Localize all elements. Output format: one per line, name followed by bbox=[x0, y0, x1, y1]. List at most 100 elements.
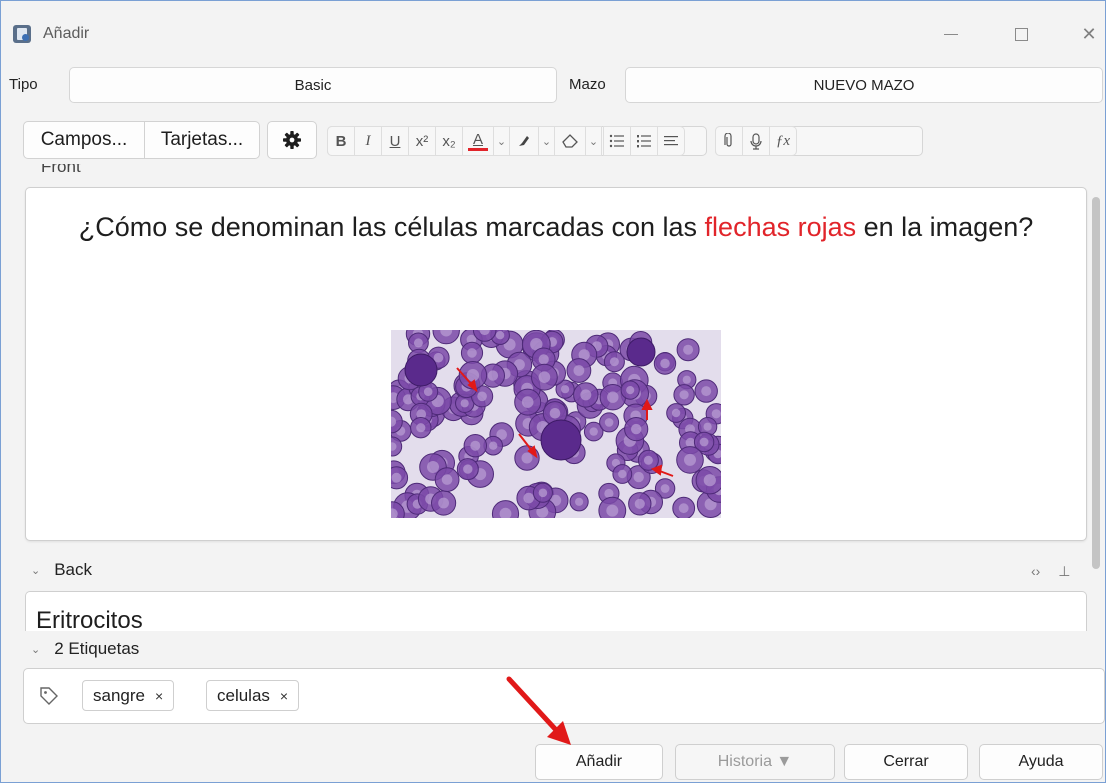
cell-pallor bbox=[604, 418, 614, 427]
tag-icon bbox=[40, 687, 58, 705]
eraser-button[interactable] bbox=[554, 126, 586, 156]
tags-count-label: 2 Etiquetas bbox=[54, 639, 140, 658]
tag-item[interactable]: celulas × bbox=[206, 680, 300, 711]
white-blood-cell bbox=[540, 419, 582, 461]
chevron-down-icon: ⌄ bbox=[541, 135, 552, 148]
html-editor-icon[interactable]: ‹› bbox=[1031, 563, 1040, 579]
close-window-button[interactable]: ✕ bbox=[1069, 19, 1106, 49]
highlight-dropdown[interactable]: ⌄ bbox=[538, 126, 555, 156]
cell-pallor bbox=[607, 391, 619, 403]
front-field-label: Front bbox=[41, 164, 81, 176]
history-button[interactable]: Historia ▼ bbox=[675, 744, 835, 780]
cell-pallor bbox=[711, 409, 721, 419]
cell-pallor bbox=[643, 455, 653, 465]
tag-label: celulas bbox=[217, 685, 270, 705]
remove-tag-icon[interactable]: × bbox=[280, 688, 288, 704]
cell-pallor bbox=[523, 492, 534, 504]
settings-button[interactable] bbox=[267, 121, 317, 159]
text-color-button[interactable]: A bbox=[462, 126, 494, 156]
tag-item[interactable]: sangre × bbox=[82, 680, 175, 711]
tag-label: sangre bbox=[93, 685, 145, 705]
back-field[interactable]: Eritrocitos bbox=[25, 591, 1087, 631]
add-note-window: Añadir ✕ Tipo Basic Mazo NUEVO MAZO Camp… bbox=[0, 0, 1106, 783]
cell-pallor bbox=[671, 408, 681, 418]
cell-pallor bbox=[495, 331, 505, 340]
close-button[interactable]: Cerrar bbox=[844, 744, 968, 780]
text-color-dropdown[interactable]: ⌄ bbox=[493, 126, 510, 156]
cell-pallor bbox=[678, 503, 689, 514]
cell-pallor bbox=[463, 464, 473, 474]
note-type-selector[interactable]: Basic bbox=[69, 67, 557, 103]
cell-pallor bbox=[423, 387, 433, 396]
cell-pallor bbox=[438, 497, 449, 509]
text-color-icon: A bbox=[472, 130, 483, 148]
cell-pallor bbox=[589, 427, 598, 436]
attach-icon bbox=[724, 133, 732, 147]
front-field[interactable]: ¿Cómo se denominan las células marcadas … bbox=[25, 187, 1087, 541]
eraser-dropdown[interactable]: ⌄ bbox=[585, 126, 602, 156]
window-title: Añadir bbox=[43, 25, 90, 42]
cell-pallor bbox=[538, 371, 551, 383]
formula-button[interactable]: ƒx bbox=[769, 126, 797, 156]
attach-button[interactable] bbox=[715, 126, 743, 156]
bold-icon: B bbox=[335, 132, 347, 150]
cell-pallor bbox=[580, 389, 592, 401]
pin-icon[interactable]: ⊥ bbox=[1058, 563, 1070, 579]
cards-button[interactable]: Tarjetas... bbox=[144, 121, 260, 159]
cell-pallor bbox=[609, 357, 619, 367]
record-audio-button[interactable] bbox=[742, 126, 770, 156]
cell-pallor bbox=[703, 422, 712, 431]
cell-pallor bbox=[575, 497, 584, 506]
maximize-button[interactable] bbox=[1001, 19, 1041, 49]
tags-header[interactable]: ⌄ 2 Etiquetas bbox=[31, 639, 139, 659]
cell-pallor bbox=[549, 408, 561, 419]
cell-pallor bbox=[679, 390, 689, 400]
cell-pallor bbox=[606, 504, 619, 517]
deck-label: Mazo bbox=[569, 76, 606, 93]
bullet-list-button[interactable] bbox=[603, 126, 631, 156]
back-field-header[interactable]: ⌄ Back bbox=[31, 560, 92, 580]
gear-icon bbox=[283, 131, 301, 149]
deck-selector[interactable]: NUEVO MAZO bbox=[625, 67, 1103, 103]
cell-pallor bbox=[634, 498, 645, 509]
editor-scrollbar[interactable] bbox=[1089, 191, 1103, 631]
title-bar: Añadir ✕ bbox=[1, 1, 1105, 65]
cell-pallor bbox=[573, 365, 585, 376]
chevron-down-icon: ⌄ bbox=[588, 135, 599, 148]
scrollbar-thumb[interactable] bbox=[1092, 197, 1100, 569]
fields-button[interactable]: Campos... bbox=[23, 121, 145, 159]
remove-tag-icon[interactable]: × bbox=[155, 688, 163, 704]
add-button[interactable]: Añadir bbox=[535, 744, 663, 780]
cell-pallor bbox=[441, 474, 453, 485]
align-icon bbox=[664, 136, 678, 146]
question-highlight: flechas rojas bbox=[704, 212, 857, 242]
close-icon: ✕ bbox=[1081, 23, 1097, 44]
bold-button[interactable]: B bbox=[327, 126, 355, 156]
question-text-part: ¿Cómo se denominan las células marcadas … bbox=[78, 212, 705, 242]
highlight-button[interactable] bbox=[509, 126, 539, 156]
note-type-label: Tipo bbox=[9, 76, 38, 93]
cell-pallor bbox=[427, 461, 439, 473]
italic-icon: I bbox=[365, 132, 371, 149]
cell-pallor bbox=[682, 375, 691, 384]
cell-pallor bbox=[626, 386, 635, 395]
underline-button[interactable]: U bbox=[381, 126, 409, 156]
italic-button[interactable]: I bbox=[354, 126, 382, 156]
bullet-list-icon bbox=[609, 134, 624, 148]
superscript-button[interactable]: x² bbox=[408, 126, 436, 156]
help-button[interactable]: Ayuda bbox=[979, 744, 1103, 780]
align-button[interactable] bbox=[657, 126, 685, 156]
cell-pallor bbox=[489, 441, 498, 450]
numbered-list-button[interactable] bbox=[630, 126, 658, 156]
chevron-down-icon: ⌄ bbox=[31, 564, 41, 577]
subscript-button[interactable]: x₂ bbox=[435, 126, 463, 156]
cell-pallor bbox=[660, 484, 670, 493]
back-field-tools: ‹› ⊥ bbox=[1031, 563, 1070, 580]
formula-icon: ƒx bbox=[775, 132, 791, 149]
underline-icon: U bbox=[389, 132, 401, 150]
minimize-button[interactable] bbox=[931, 19, 971, 49]
question-text-end: en la imagen? bbox=[856, 212, 1034, 242]
cell-pallor bbox=[477, 391, 487, 402]
highlight-icon bbox=[519, 136, 529, 146]
cell-pallor bbox=[618, 469, 627, 479]
